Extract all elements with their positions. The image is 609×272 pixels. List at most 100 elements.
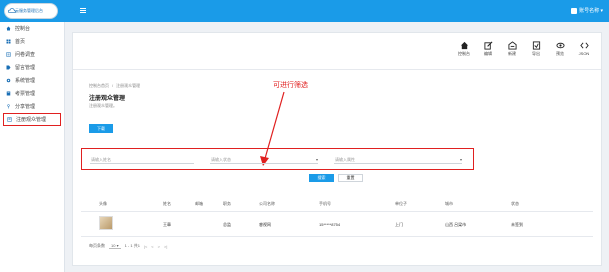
toolbar-label: 控制台 <box>458 51 470 56</box>
sidebar-item-console[interactable]: 控制台 <box>0 22 64 35</box>
toolbar-preview-button[interactable]: 预览 <box>551 41 569 57</box>
breadcrumb-home[interactable]: 控制台首页 <box>89 83 109 88</box>
cell-name: 王章 <box>163 222 171 227</box>
first-page-button[interactable]: |< <box>144 244 147 249</box>
sidebar-item-label: 问卷调查 <box>15 52 36 58</box>
export-icon <box>532 41 540 50</box>
toolbar-edit-button[interactable]: 编辑 <box>479 41 497 57</box>
breadcrumb-current: 注册观众管理 <box>116 83 141 88</box>
per-page-value: 10 <box>111 243 116 248</box>
per-page-label: 每页条数 <box>89 243 105 248</box>
page-range: 1 - 1 共1 <box>124 243 140 248</box>
column-header: 邮箱 <box>195 201 203 206</box>
eye-icon <box>555 42 565 49</box>
user-icon <box>571 7 578 14</box>
table-header-divider <box>81 211 593 212</box>
sidebar-item-label: 首页 <box>15 39 26 45</box>
column-header: 状态 <box>511 201 519 206</box>
tag-icon <box>6 65 11 70</box>
filter-panel: 请输入姓名 请输入状态 ▾ 请输入属性 ▾ <box>81 148 474 170</box>
sidebar-item-label: 考票管理 <box>15 91 36 97</box>
sidebar-item-label: 系统管理 <box>15 78 36 84</box>
toolbar-new-button[interactable]: 新建 <box>503 41 521 57</box>
ticket-icon <box>6 91 11 96</box>
toolbar-console-button[interactable]: 控制台 <box>455 41 473 57</box>
download-button[interactable]: 下载 <box>89 124 113 133</box>
share-icon <box>7 104 10 109</box>
chevron-down-icon: ▾ <box>459 157 462 162</box>
type-filter-placeholder: 请输入属性 <box>335 156 355 162</box>
cell-phone: 15*****8754 <box>319 222 341 227</box>
table-row[interactable]: 王章 总监 睿视网 15*****8754 上门 山西 吕梁市 未签到 <box>73 213 601 235</box>
user-name: 账号名称 ▾ <box>579 8 603 14</box>
home-icon <box>460 41 468 50</box>
new-icon <box>507 41 517 50</box>
page-title: 注册观众管理 <box>89 96 126 102</box>
name-filter-input[interactable]: 请输入姓名 <box>90 156 194 164</box>
user-menu[interactable]: 账号名称 ▾ <box>571 7 603 14</box>
sidebar-item-label: 留言管理 <box>15 65 36 71</box>
cloud-icon <box>8 8 16 13</box>
prev-page-button[interactable]: < <box>151 244 153 249</box>
per-page-select[interactable]: 10 ▾ <box>109 243 121 249</box>
sidebar-item-survey[interactable]: 问卷调查 <box>0 48 64 61</box>
column-header: 头像 <box>99 201 107 206</box>
sidebar-item-registered-audience[interactable]: 注册观众管理 <box>3 113 61 126</box>
cell-company: 睿视网 <box>259 222 271 227</box>
toolbar-label: 预览 <box>556 51 564 56</box>
code-icon <box>579 42 589 49</box>
column-header: 公司名称 <box>259 201 275 206</box>
sidebar-item-tickets[interactable]: 考票管理 <box>0 87 64 100</box>
users-icon <box>7 117 12 122</box>
home-icon <box>6 26 11 31</box>
column-header: 姓名 <box>163 201 171 206</box>
cell-city: 山西 吕梁市 <box>445 222 467 227</box>
gear-icon <box>6 78 11 83</box>
sidebar-item-label: 分享管理 <box>15 104 36 110</box>
avatar <box>99 216 113 230</box>
cell-status: 未签到 <box>511 222 523 227</box>
status-filter-placeholder: 请输入状态 <box>211 156 231 162</box>
last-page-button[interactable]: >| <box>164 244 167 249</box>
sidebar-item-home[interactable]: 首页 <box>0 35 64 48</box>
column-header: 手机号 <box>319 201 331 206</box>
sidebar: 控制台 首页 问卷调查 留言管理 系统管理 考票管理 分享管理 注册观众管理 <box>0 22 65 272</box>
breadcrumb-separator: / <box>112 83 114 88</box>
next-page-button[interactable]: > <box>158 244 160 249</box>
toolbar-label: 导出 <box>532 51 540 56</box>
app-logo[interactable]: 云服务管理后台 <box>4 3 58 19</box>
toolbar-export-button[interactable]: 导出 <box>527 41 545 57</box>
reset-button[interactable]: 重置 <box>338 174 363 182</box>
search-button[interactable]: 搜索 <box>309 174 334 182</box>
page-subtitle: 注册观众管理。 <box>89 103 117 108</box>
sidebar-item-label: 注册观众管理 <box>16 117 47 123</box>
toolbar-label: JSON <box>578 51 590 56</box>
sidebar-item-messages[interactable]: 留言管理 <box>0 61 64 74</box>
cell-position: 总监 <box>223 222 231 227</box>
top-bar: 云服务管理后台 账号名称 ▾ <box>0 0 609 22</box>
breadcrumb: 控制台首页 / 注册观众管理 <box>89 83 140 89</box>
toolbar-label: 新建 <box>508 51 516 56</box>
type-filter-select[interactable]: 请输入属性 ▾ <box>334 156 462 164</box>
toolbar: 控制台 编辑 新建 导出 预览 JSON <box>455 41 593 57</box>
column-header: 职务 <box>223 201 231 206</box>
column-header: 城市 <box>445 201 453 206</box>
edit-icon <box>483 41 492 50</box>
toolbar-json-button[interactable]: JSON <box>575 41 593 57</box>
column-header: 单位子 <box>395 201 407 206</box>
sidebar-item-system[interactable]: 系统管理 <box>0 74 64 87</box>
sidebar-item-label: 控制台 <box>15 26 31 32</box>
main-panel: 控制台 编辑 新建 导出 预览 JSON 控制台首页 / 注册观众管理 注册观众管理… <box>72 32 602 266</box>
cell-unit: 上门 <box>395 222 403 227</box>
menu-toggle-icon[interactable] <box>80 8 86 13</box>
name-filter-placeholder: 请输入姓名 <box>91 156 111 162</box>
pagination: 每页条数 10 ▾ 1 - 1 共1 |< < > >| <box>89 243 167 249</box>
status-filter-select[interactable]: 请输入状态 ▾ <box>210 156 318 164</box>
grid-icon <box>6 39 11 44</box>
toolbar-label: 编辑 <box>484 51 492 56</box>
table-row-divider <box>81 236 593 237</box>
table-header: 头像 姓名 邮箱 职务 公司名称 手机号 单位子 城市 状态 <box>73 201 601 211</box>
sidebar-item-share[interactable]: 分享管理 <box>0 100 64 113</box>
chevron-down-icon: ▾ <box>315 157 318 162</box>
header-divider <box>73 69 601 70</box>
